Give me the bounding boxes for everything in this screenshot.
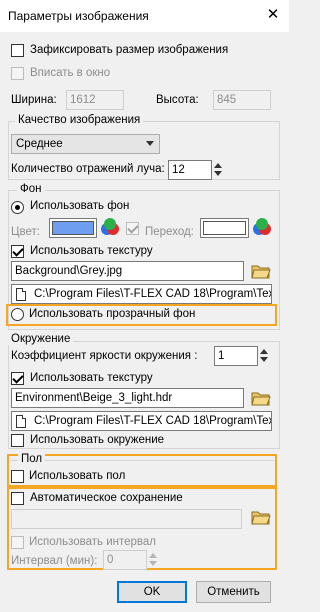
spin-down-icon[interactable] [149,561,157,566]
cancel-button[interactable]: Отменить [196,581,271,603]
floor-group [10,460,274,461]
use-floor-label: Использовать пол [29,470,126,482]
transparent-bg-label: Использовать прозрачный фон [29,308,196,320]
env-texture-file-field[interactable]: Environment\Beige_3_light.hdr [11,388,244,408]
environment-group-title: Окружение [8,333,74,345]
fit-window-checkbox[interactable] [11,67,24,80]
color-swatch-fill [52,221,94,235]
height-field[interactable]: 845 [213,90,271,110]
spin-up-icon[interactable] [214,163,222,168]
interval-spinner[interactable] [148,550,159,570]
gradient-swatch-fill [203,221,246,235]
reflections-spinner[interactable] [213,160,224,180]
autosave-path-field[interactable] [11,509,242,529]
spin-up-icon[interactable] [260,349,268,354]
env-texture-path-field[interactable]: C:\Program Files\T-FLEX CAD 18\Program\T… [11,411,272,431]
use-environment-checkbox[interactable] [11,434,24,447]
fix-size-label: Зафиксировать размер изображения [30,44,229,56]
quality-select-value: Среднее [16,138,63,150]
reflections-field[interactable]: 12 [168,160,212,180]
use-background-radio[interactable] [11,201,24,214]
autosave-folder-open-icon[interactable] [250,507,272,527]
gradient-label: Переход: [145,226,194,238]
use-interval-label: Использовать интервал [29,536,156,548]
brightness-field[interactable]: 1 [214,346,258,366]
width-field[interactable]: 1612 [66,90,124,110]
background-group-title: Фон [17,183,45,195]
chevron-down-icon [146,141,154,146]
ok-button[interactable]: OK [117,581,187,603]
height-label: Высота: [156,94,199,106]
color-label: Цвет: [11,226,40,238]
file-icon [16,288,26,301]
env-folder-open-icon[interactable] [250,388,272,408]
color-picker-icon[interactable] [99,216,121,238]
close-icon[interactable]: ✕ [262,5,284,25]
quality-select[interactable]: Среднее [11,134,160,154]
env-texture-path-text: C:\Program Files\T-FLEX CAD 18\Program\T… [34,415,271,427]
gradient-swatch[interactable] [200,218,249,238]
width-label: Ширина: [11,94,57,106]
env-use-texture-checkbox[interactable] [11,372,24,385]
env-use-texture-label: Использовать текстуру [30,372,153,384]
spin-down-icon[interactable] [214,171,222,176]
color-swatch[interactable] [49,218,97,238]
bg-use-texture-label: Использовать текстуру [30,245,153,257]
interval-field[interactable]: 0 [103,550,147,570]
fix-size-checkbox[interactable] [11,44,24,57]
gradient-checkbox[interactable] [126,222,139,235]
bg-use-texture-checkbox[interactable] [11,245,24,258]
bg-texture-path-text: C:\Program Files\T-FLEX CAD 18\Program\T… [34,288,271,300]
gradient-picker-icon[interactable] [251,216,273,238]
reflections-label: Количество отражений луча: [11,163,165,175]
brightness-spinner[interactable] [259,346,270,366]
quality-group-title: Качество изображения [15,114,144,126]
bg-texture-path-field[interactable]: C:\Program Files\T-FLEX CAD 18\Program\T… [11,284,272,304]
transparent-bg-radio[interactable] [11,308,24,321]
use-background-label: Использовать фон [30,200,130,212]
bg-folder-open-icon[interactable] [250,261,272,281]
file-icon [16,415,26,428]
autosave-label: Автоматическое сохранение [30,492,183,504]
brightness-label: Коэффициент яркости окружения : [11,350,198,362]
spin-down-icon[interactable] [260,357,268,362]
window-title: Параметры изображения [8,9,149,23]
use-floor-checkbox[interactable] [11,470,24,483]
spin-up-icon[interactable] [149,553,157,558]
bg-texture-file-field[interactable]: Background\Grey.jpg [11,261,244,281]
use-environment-label: Использовать окружение [30,434,165,446]
interval-label: Интервал (мин): [11,555,98,567]
floor-group-title: Пол [18,453,46,465]
fit-window-label: Вписать в окно [30,67,111,79]
use-interval-checkbox[interactable] [11,536,24,549]
autosave-checkbox[interactable] [11,492,24,505]
